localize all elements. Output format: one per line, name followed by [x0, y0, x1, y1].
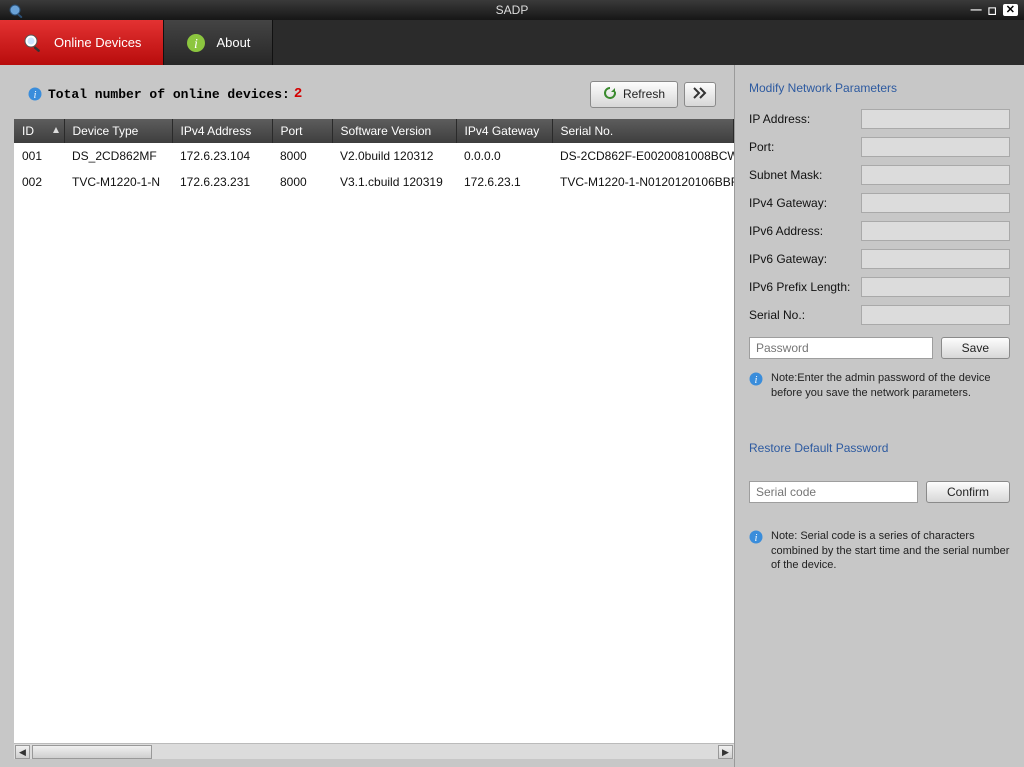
close-button[interactable]: ✕ [1003, 4, 1018, 16]
label-ipv6-address: IPv6 Address: [749, 224, 861, 238]
refresh-label: Refresh [623, 87, 665, 101]
serial-code-input[interactable] [749, 481, 918, 503]
label-ipv4-gateway: IPv4 Gateway: [749, 196, 861, 210]
left-pane: i Total number of online devices: 2 Refr… [0, 65, 734, 767]
field-ipv6-address: IPv6 Address: [749, 221, 1010, 241]
restore-note: i Note: Serial code is a series of chara… [749, 529, 1010, 574]
app-logo-icon [6, 2, 32, 18]
scroll-left-icon[interactable]: ◀ [15, 745, 30, 759]
label-ipv6-prefix: IPv6 Prefix Length: [749, 280, 861, 294]
app-window: SADP — ◻ ✕ Online Devices i [0, 0, 1024, 767]
window-title: SADP [496, 3, 529, 17]
col-port[interactable]: Port [272, 119, 332, 143]
tab-label: Online Devices [54, 35, 141, 50]
refresh-button[interactable]: Refresh [590, 81, 678, 108]
refresh-icon [603, 86, 617, 103]
restore-title: Restore Default Password [749, 441, 1010, 455]
device-table: ID Device Type IPv4 Address Port Softwar… [14, 119, 734, 195]
restore-note-text: Note: Serial code is a series of charact… [771, 529, 1010, 574]
svg-text:i: i [194, 37, 198, 52]
tab-bar: Online Devices i About [0, 20, 1024, 65]
device-count-value: 2 [294, 86, 302, 102]
field-serial-no: Serial No.: [749, 305, 1010, 325]
expand-button[interactable] [684, 82, 716, 107]
input-ipv4-gateway[interactable] [861, 193, 1010, 213]
table-row[interactable]: 002 TVC-M1220-1-N 172.6.23.231 8000 V3.1… [14, 169, 734, 195]
col-serial-no[interactable]: Serial No. [552, 119, 734, 143]
main-area: i Total number of online devices: 2 Refr… [0, 65, 1024, 767]
window-controls: — ◻ ✕ [971, 4, 1024, 17]
table-header-row: ID Device Type IPv4 Address Port Softwar… [14, 119, 734, 143]
info-icon: i [28, 87, 42, 101]
device-table-wrap: ID Device Type IPv4 Address Port Softwar… [14, 119, 734, 759]
input-ip-address[interactable] [861, 109, 1010, 129]
confirm-button[interactable]: Confirm [926, 481, 1010, 503]
input-ipv6-address[interactable] [861, 221, 1010, 241]
label-serial-no: Serial No.: [749, 308, 861, 322]
password-input[interactable] [749, 337, 933, 359]
tab-about[interactable]: i About [164, 20, 273, 65]
maximize-button[interactable]: ◻ [988, 4, 997, 17]
label-ipv6-gateway: IPv6 Gateway: [749, 252, 861, 266]
info-icon: i [749, 530, 763, 574]
chevrons-right-icon [693, 87, 707, 102]
info-icon: i [749, 372, 763, 401]
horizontal-scrollbar[interactable]: ◀ ▶ [14, 743, 734, 759]
search-devices-icon [22, 32, 44, 54]
svg-text:i: i [755, 533, 758, 544]
col-ipv4-address[interactable]: IPv4 Address [172, 119, 272, 143]
right-panel: Modify Network Parameters IP Address: Po… [734, 65, 1024, 767]
svg-text:i: i [755, 375, 758, 386]
col-device-type[interactable]: Device Type [64, 119, 172, 143]
device-count-label: Total number of online devices: [48, 87, 290, 102]
save-note: i Note:Enter the admin password of the d… [749, 371, 1010, 401]
label-port: Port: [749, 140, 861, 154]
col-ipv4-gateway[interactable]: IPv4 Gateway [456, 119, 552, 143]
input-serial-no[interactable] [861, 305, 1010, 325]
save-button[interactable]: Save [941, 337, 1010, 359]
input-subnet-mask[interactable] [861, 165, 1010, 185]
scroll-thumb[interactable] [32, 745, 152, 759]
sort-asc-icon [52, 123, 60, 137]
field-ip-address: IP Address: [749, 109, 1010, 129]
tab-online-devices[interactable]: Online Devices [0, 20, 164, 65]
col-id[interactable]: ID [14, 119, 64, 143]
tab-label: About [216, 35, 250, 50]
field-ipv6-gateway: IPv6 Gateway: [749, 249, 1010, 269]
input-ipv6-gateway[interactable] [861, 249, 1010, 269]
save-note-text: Note:Enter the admin password of the dev… [771, 371, 1010, 401]
minimize-button[interactable]: — [971, 4, 982, 16]
input-port[interactable] [861, 137, 1010, 157]
titlebar: SADP — ◻ ✕ [0, 0, 1024, 20]
col-software-version[interactable]: Software Version [332, 119, 456, 143]
modify-params-title: Modify Network Parameters [749, 81, 1010, 95]
field-ipv6-prefix: IPv6 Prefix Length: [749, 277, 1010, 297]
scroll-right-icon[interactable]: ▶ [718, 745, 733, 759]
field-port: Port: [749, 137, 1010, 157]
toolbar: i Total number of online devices: 2 Refr… [0, 75, 734, 113]
label-ip-address: IP Address: [749, 112, 861, 126]
input-ipv6-prefix[interactable] [861, 277, 1010, 297]
field-ipv4-gateway: IPv4 Gateway: [749, 193, 1010, 213]
label-subnet-mask: Subnet Mask: [749, 168, 861, 182]
field-subnet-mask: Subnet Mask: [749, 165, 1010, 185]
info-icon: i [186, 33, 206, 53]
table-row[interactable]: 001 DS_2CD862MF 172.6.23.104 8000 V2.0bu… [14, 143, 734, 169]
svg-text:i: i [34, 90, 37, 101]
